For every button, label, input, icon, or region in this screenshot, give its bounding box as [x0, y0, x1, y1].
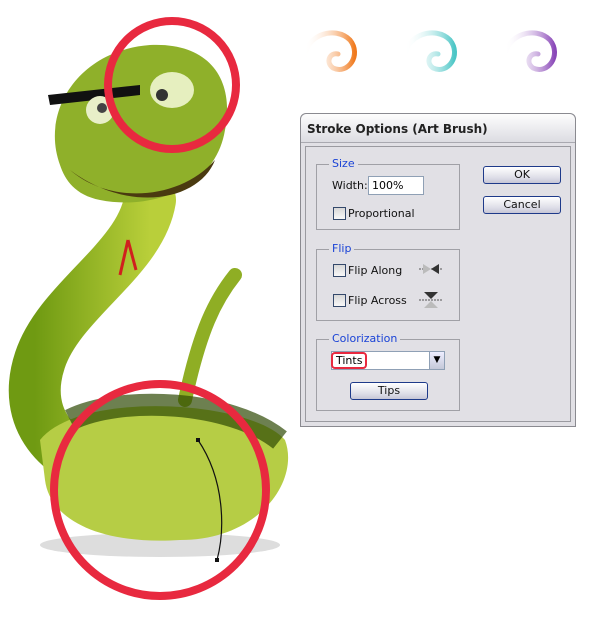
width-label: Width:	[332, 179, 368, 192]
swirl-orange	[302, 30, 357, 72]
swirl-purple	[502, 30, 557, 72]
swirl-teal	[402, 30, 457, 72]
ok-button[interactable]: OK	[483, 166, 561, 184]
colorization-method-select[interactable]: Tints	[331, 351, 431, 370]
flip-along-icon	[419, 264, 443, 274]
flip-across-checkbox[interactable]	[333, 294, 346, 307]
flip-across-icon	[419, 292, 443, 308]
colorization-method-value: Tints	[331, 352, 368, 369]
flip-along-label: Flip Along	[348, 264, 403, 277]
dialog-title: Stroke Options (Art Brush)	[301, 114, 575, 143]
width-input[interactable]: 100%	[368, 176, 424, 195]
size-legend: Size	[329, 157, 358, 170]
colorization-legend: Colorization	[329, 332, 401, 345]
flip-across-label: Flip Across	[348, 294, 407, 307]
colorization-group: Colorization Tints ▼ Tips	[316, 332, 460, 411]
chevron-down-icon[interactable]: ▼	[429, 351, 445, 370]
flip-legend: Flip	[329, 242, 355, 255]
cancel-button[interactable]: Cancel	[483, 196, 561, 214]
flip-along-checkbox[interactable]	[333, 264, 346, 277]
size-group: Size Width: 100% Proportional	[316, 157, 460, 230]
proportional-label: Proportional	[348, 207, 415, 220]
stroke-options-dialog: Stroke Options (Art Brush) Size Width: 1…	[300, 113, 576, 427]
proportional-checkbox[interactable]	[333, 207, 346, 220]
flip-group: Flip Flip Along Flip Across	[316, 242, 460, 321]
tips-button[interactable]: Tips	[350, 382, 428, 400]
